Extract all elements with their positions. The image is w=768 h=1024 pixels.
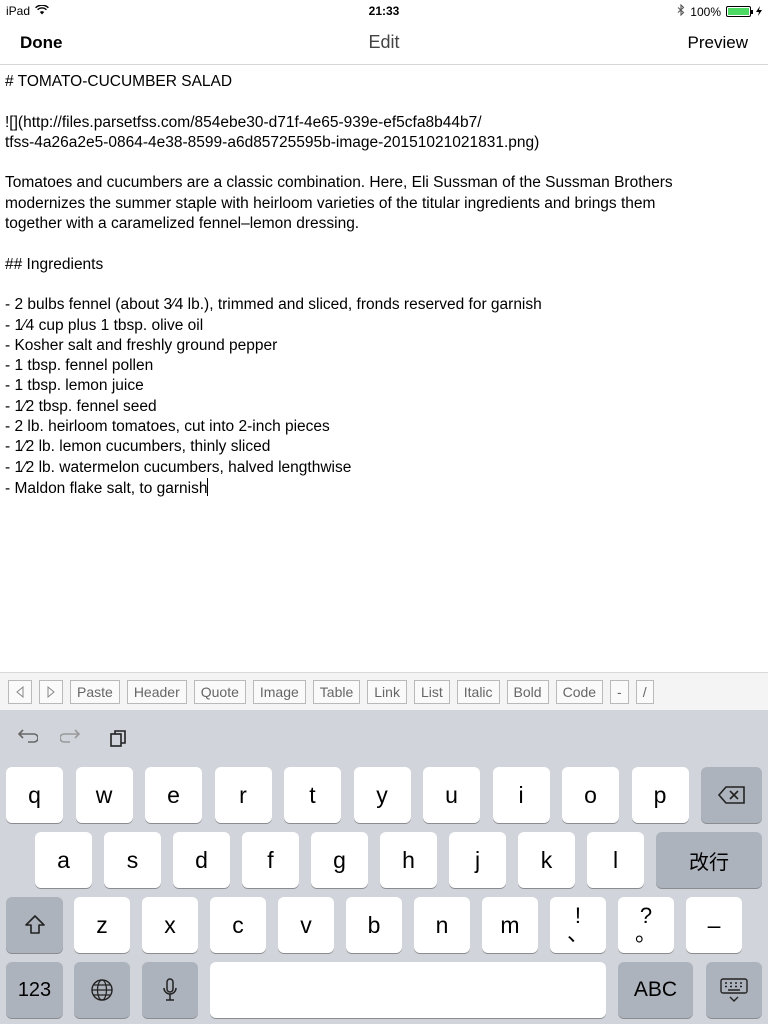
- markdown-toolbar: Paste Header Quote Image Table Link List Italic…: [0, 672, 768, 710]
- undo-icon[interactable]: [14, 728, 39, 754]
- globe-icon: [90, 978, 114, 1002]
- shift-key[interactable]: [6, 897, 63, 953]
- abc-key[interactable]: ABC: [618, 962, 693, 1018]
- key-v[interactable]: v: [278, 897, 334, 953]
- key-n[interactable]: n: [414, 897, 470, 953]
- editor-line: # TOMATO-CUCUMBER SALAD: [5, 73, 233, 90]
- key-m[interactable]: m: [482, 897, 538, 953]
- editor-line: - 2 lb. heirloom tomatoes, cut into 2-in…: [5, 418, 330, 436]
- editor-line: ![](http://files.parsetfss.com/854ebe30-…: [5, 113, 482, 131]
- key-e[interactable]: e: [145, 767, 202, 823]
- punct-secondary: 、: [566, 921, 589, 946]
- key-r[interactable]: r: [214, 767, 272, 823]
- key-k[interactable]: k: [518, 832, 575, 888]
- editor-line-text: - Maldon flake salt, to garnish: [5, 479, 208, 497]
- hide-keyboard-icon: [719, 977, 749, 1003]
- toolbar-button-table[interactable]: Table: [312, 679, 361, 704]
- editor-line: - 1 tbsp. lemon juice: [5, 377, 144, 395]
- key-z[interactable]: z: [74, 897, 130, 953]
- key-j[interactable]: j: [449, 832, 506, 888]
- redo-icon[interactable]: [59, 728, 84, 754]
- editor-line: - 1⁄2 lb. lemon cucumbers, thinly sliced: [5, 438, 271, 456]
- toolbar-button-header[interactable]: Header: [126, 679, 187, 704]
- editor-line: - 1⁄4 cup plus 1 tbsp. olive oil: [5, 316, 204, 334]
- space-bar[interactable]: [210, 962, 606, 1018]
- key-o[interactable]: o: [562, 767, 619, 823]
- key-s[interactable]: s: [104, 832, 161, 888]
- battery-percent: 100%: [690, 4, 721, 19]
- paste-icon[interactable]: [106, 728, 130, 754]
- preview-button[interactable]: Preview: [688, 33, 748, 53]
- status-time: 21:33: [368, 4, 400, 18]
- punct-key-exclamation[interactable]: !、: [550, 897, 606, 953]
- navigation-bar: Done Edit Preview: [0, 20, 768, 65]
- microphone-icon: [161, 977, 179, 1003]
- key-u[interactable]: u: [423, 767, 480, 823]
- text-cursor: [207, 477, 209, 496]
- key-y[interactable]: y: [353, 767, 411, 823]
- numbers-key[interactable]: 123: [6, 962, 63, 1018]
- editor-line: - Kosher salt and freshly ground pepper: [5, 336, 278, 354]
- return-key[interactable]: 改行: [656, 832, 762, 888]
- punct-secondary: 。: [634, 921, 657, 946]
- toolbar-button-quote[interactable]: Quote: [193, 679, 246, 704]
- editor-line: - 1⁄2 tbsp. fennel seed: [5, 397, 157, 415]
- key-c[interactable]: c: [210, 897, 266, 953]
- key-p[interactable]: p: [631, 767, 689, 823]
- key-d[interactable]: d: [173, 832, 230, 888]
- page-title: Edit: [368, 32, 400, 52]
- status-bar: iPad 21:33 100%: [0, 0, 768, 20]
- key-t[interactable]: t: [284, 767, 341, 823]
- key-b[interactable]: b: [346, 897, 402, 953]
- key-a[interactable]: a: [35, 832, 92, 888]
- toolbar-button-list[interactable]: List: [413, 679, 450, 704]
- arrow-right-icon[interactable]: [39, 679, 63, 704]
- punct-key-question[interactable]: ?。: [618, 897, 674, 953]
- editor-line: tfss-4a26a2e5-0864-4e38-8599-a6d85725595…: [5, 133, 540, 151]
- toolbar-button-slash[interactable]: /: [635, 679, 654, 704]
- editor-line: - 1 tbsp. fennel pollen: [5, 357, 154, 375]
- key-x[interactable]: x: [142, 897, 198, 953]
- editor-line: - 2 bulbs fennel (about 3⁄4 lb.), trimme…: [5, 296, 542, 314]
- toolbar-button-italic[interactable]: Italic: [456, 679, 500, 704]
- hide-keyboard-key[interactable]: [706, 962, 762, 1018]
- editor-line: ## Ingredients: [5, 255, 104, 273]
- editor-line: - Maldon flake salt, to garnish: [5, 477, 763, 499]
- toolbar-button-link[interactable]: Link: [367, 679, 407, 704]
- battery-icon: [726, 6, 753, 17]
- delete-key[interactable]: [701, 767, 762, 823]
- key-f[interactable]: f: [242, 832, 299, 888]
- editor-line: modernizes the summer staple with heirlo…: [5, 194, 656, 212]
- bluetooth-icon: [677, 3, 685, 19]
- battery-fill: [728, 8, 749, 15]
- shift-icon: [24, 914, 46, 936]
- delete-icon: [717, 785, 747, 805]
- keyboard-shortcut-bar: [14, 728, 130, 754]
- dictation-key[interactable]: [142, 962, 198, 1018]
- key-w[interactable]: w: [75, 767, 133, 823]
- dash-key[interactable]: –: [686, 897, 742, 953]
- key-q[interactable]: q: [6, 767, 63, 823]
- toolbar-button-dash[interactable]: -: [610, 679, 629, 704]
- toolbar-button-bold[interactable]: Bold: [506, 679, 549, 704]
- key-h[interactable]: h: [380, 832, 437, 888]
- globe-key[interactable]: [74, 962, 130, 1018]
- arrow-left-icon[interactable]: [8, 679, 32, 704]
- key-l[interactable]: l: [587, 832, 644, 888]
- toolbar-button-code[interactable]: Code: [555, 679, 604, 704]
- toolbar-button-image[interactable]: Image: [252, 679, 306, 704]
- editor-line: Tomatoes and cucumbers are a classic com…: [5, 174, 673, 192]
- markdown-editor[interactable]: # TOMATO-CUCUMBER SALAD ![](http://files.…: [5, 72, 763, 668]
- editor-line: - 1⁄2 lb. watermelon cucumbers, halved l…: [5, 458, 352, 476]
- editor-line: together with a caramelized fennel–lemon…: [5, 215, 360, 233]
- key-i[interactable]: i: [492, 767, 550, 823]
- key-g[interactable]: g: [311, 832, 368, 888]
- charging-icon: [756, 5, 762, 19]
- toolbar-button-paste[interactable]: Paste: [70, 679, 120, 704]
- keyboard: qwertyuiop asdfghjkl 改行 zxcvbnm !、 ?。 – …: [0, 710, 768, 1024]
